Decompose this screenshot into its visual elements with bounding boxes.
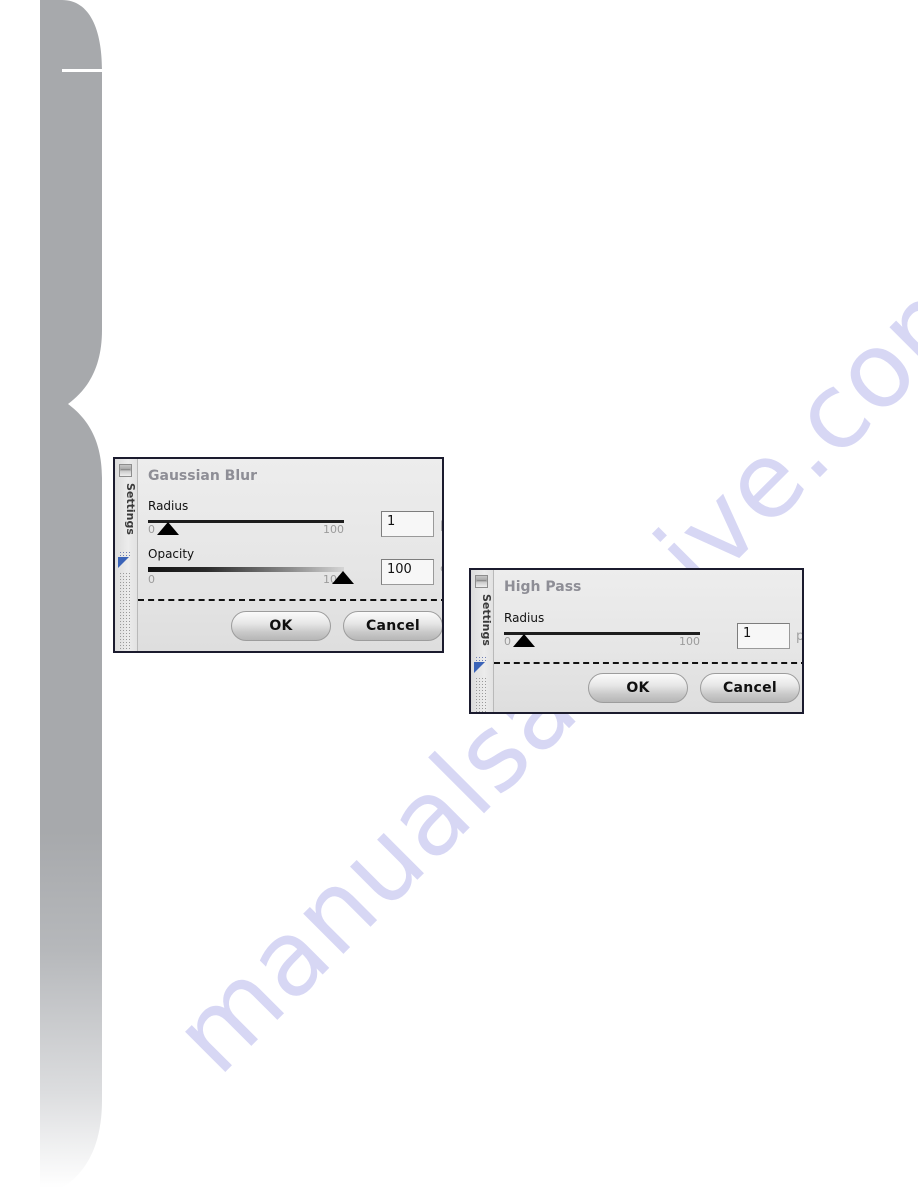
cancel-button[interactable]: Cancel (343, 611, 442, 641)
opacity-slider-min-label: 0 (148, 573, 155, 586)
opacity-slider-track[interactable] (148, 567, 344, 572)
radius-slider-thumb[interactable] (157, 522, 179, 535)
ok-button[interactable]: OK (231, 611, 331, 641)
radius-slider-max-label: 100 (323, 523, 344, 536)
sidebar-dot-texture-top (119, 551, 132, 556)
minimize-box-icon[interactable] (119, 464, 132, 477)
sidebar-dot-texture-top (475, 656, 488, 661)
sidebar-settings-label: Settings (480, 594, 493, 646)
blue-triangle-icon[interactable] (118, 557, 129, 568)
opacity-unit-label: % (440, 565, 442, 580)
radius-input[interactable]: 1 (381, 511, 434, 537)
radius-unit-label: px (796, 629, 802, 644)
opacity-slider-thumb[interactable] (332, 571, 354, 584)
dialog-body: High Pass Radius 0 100 1 px OK Cancel (494, 570, 802, 712)
cancel-button[interactable]: Cancel (700, 673, 800, 703)
sidebar-dot-texture-bottom (119, 572, 132, 650)
dialog-title: Gaussian Blur (148, 468, 257, 484)
dialog-divider (494, 662, 802, 664)
blue-triangle-icon[interactable] (474, 662, 485, 673)
dialog-divider (138, 599, 442, 601)
dialog-sidebar[interactable]: Settings (471, 570, 494, 713)
dialog-title: High Pass (504, 579, 582, 595)
ok-button[interactable]: OK (588, 673, 688, 703)
radius-unit-label: px (440, 517, 442, 532)
opacity-label: Opacity (148, 547, 195, 561)
band-rule (62, 69, 102, 72)
gaussian-blur-dialog[interactable]: Settings Gaussian Blur Radius 0 100 1 px… (113, 457, 444, 653)
sidebar-dot-texture-bottom (475, 677, 488, 713)
high-pass-dialog[interactable]: Settings High Pass Radius 0 100 1 px OK … (469, 568, 804, 714)
radius-slider-min-label: 0 (504, 635, 511, 648)
minimize-box-icon[interactable] (475, 575, 488, 588)
dialog-body: Gaussian Blur Radius 0 100 1 px Opacity … (138, 459, 442, 651)
radius-label: Radius (148, 499, 189, 513)
dialog-sidebar[interactable]: Settings (115, 459, 138, 651)
opacity-input[interactable]: 100 (381, 559, 434, 585)
radius-slider-max-label: 100 (679, 635, 700, 648)
sidebar-settings-label: Settings (124, 483, 137, 535)
radius-slider-thumb[interactable] (513, 634, 535, 647)
radius-input[interactable]: 1 (737, 623, 790, 649)
radius-label: Radius (504, 611, 545, 625)
radius-slider-min-label: 0 (148, 523, 155, 536)
